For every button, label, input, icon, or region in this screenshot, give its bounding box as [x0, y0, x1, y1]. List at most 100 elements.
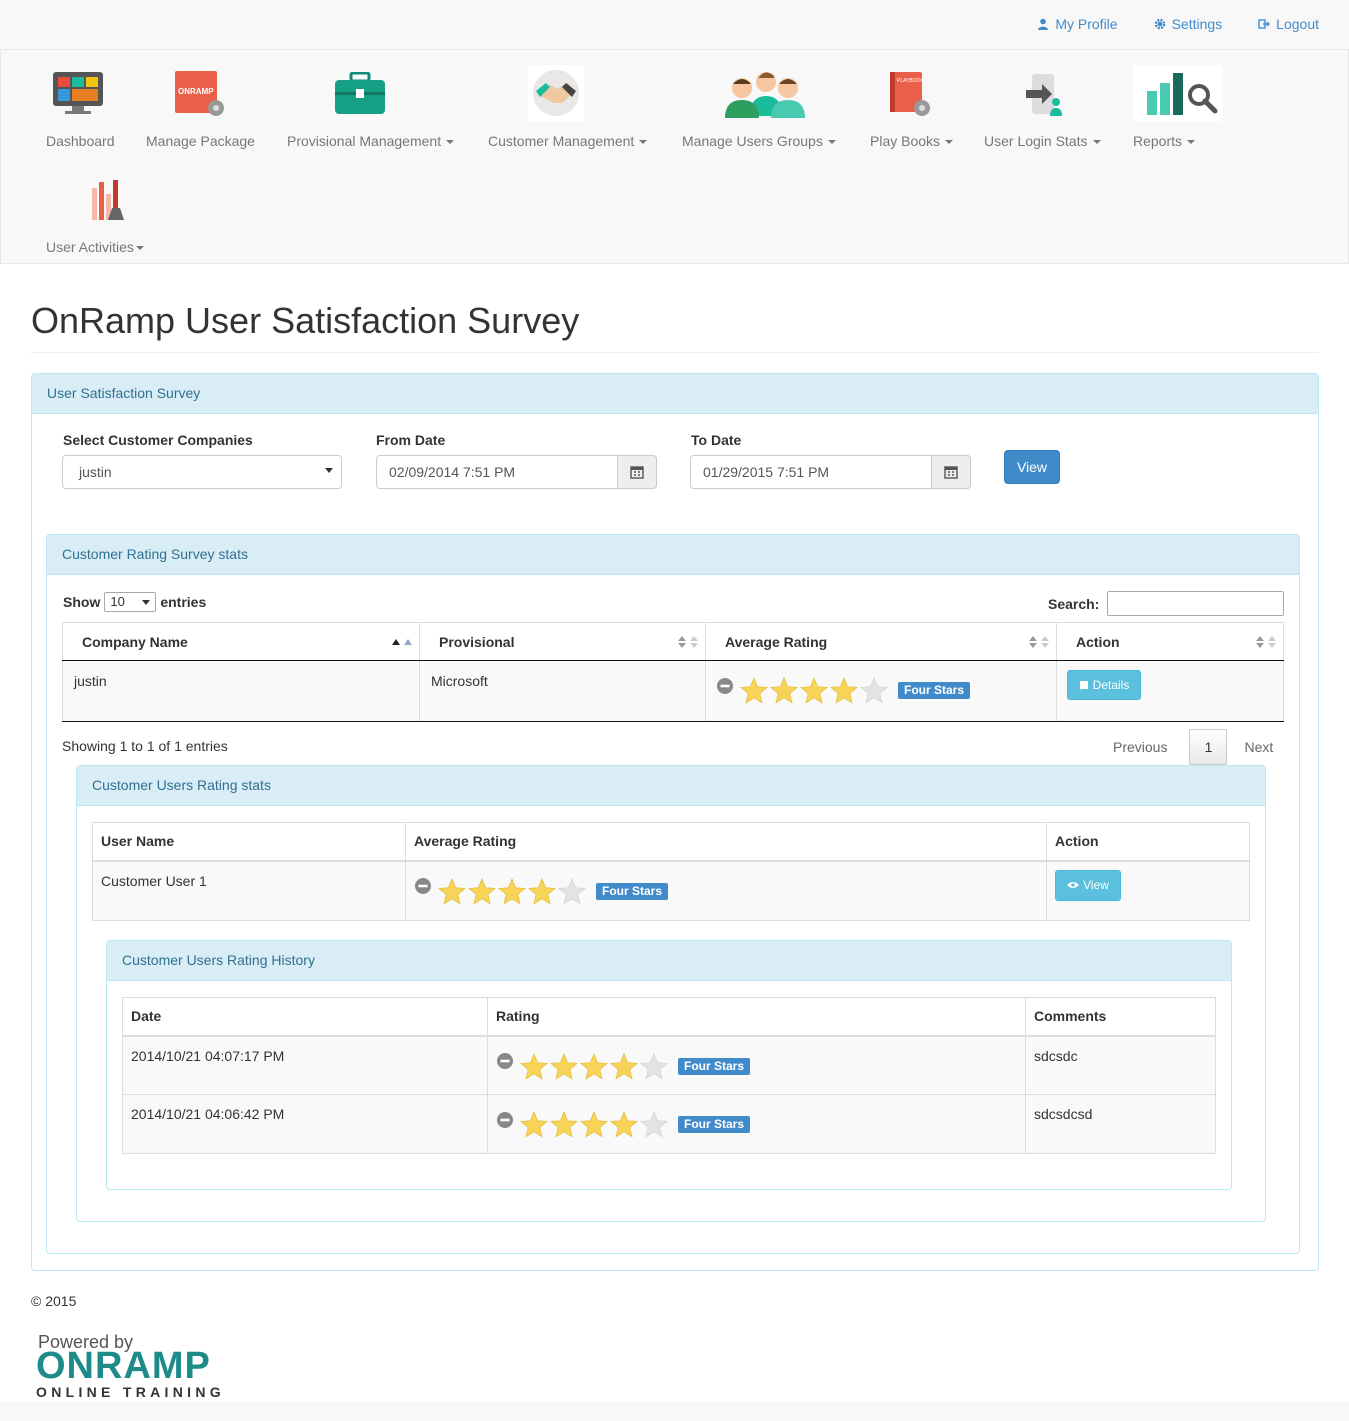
- page-size-select[interactable]: 10: [104, 592, 157, 612]
- previous-button[interactable]: Previous: [1113, 739, 1167, 755]
- star-filled-icon[interactable]: [610, 1052, 638, 1080]
- view-label: View: [1083, 878, 1109, 892]
- cell-date: 2014/10/21 04:07:17 PM: [122, 1035, 488, 1095]
- col-average-rating-label: Average Rating: [725, 633, 828, 650]
- nav-manage-package[interactable]: ONRAMP Manage Package: [146, 70, 258, 150]
- details-button[interactable]: Details: [1067, 670, 1141, 700]
- brand-subtitle: ONLINE TRAINING: [36, 1384, 225, 1400]
- my-profile-link[interactable]: My Profile: [1037, 16, 1118, 32]
- cell-rating: Four Stars: [705, 660, 1057, 722]
- view-survey-button[interactable]: View: [1004, 450, 1060, 484]
- star-filled-icon[interactable]: [740, 677, 768, 704]
- star-filled-icon[interactable]: [550, 1111, 578, 1138]
- user-icon: [1038, 18, 1049, 30]
- col-provisional[interactable]: Provisional: [419, 622, 706, 661]
- company-select[interactable]: justin: [62, 455, 342, 489]
- search-input[interactable]: [1107, 591, 1284, 616]
- nav-play-books[interactable]: PLAYBOOK Play Books: [870, 70, 962, 150]
- col-date: Date: [122, 997, 488, 1037]
- to-date-calendar-button[interactable]: [931, 455, 971, 489]
- star-rating[interactable]: Four Stars: [414, 877, 1038, 905]
- star-filled-icon[interactable]: [610, 1111, 638, 1138]
- cancel-rating-icon[interactable]: [414, 877, 432, 895]
- show-label: Show: [63, 594, 101, 610]
- col-company-name-label: Company Name: [82, 633, 188, 650]
- eye-icon: [1067, 882, 1080, 888]
- caret-down-icon: [827, 140, 836, 145]
- cell-date: 2014/10/21 04:06:42 PM: [122, 1094, 488, 1154]
- star-filled-icon[interactable]: [550, 1052, 578, 1080]
- select-arrow-icon: [142, 600, 151, 605]
- page-size-control: Show 10 entries: [63, 592, 206, 612]
- cell-comment: sdcsdc: [1025, 1035, 1216, 1095]
- star-empty-icon[interactable]: [640, 1111, 668, 1138]
- star-filled-icon[interactable]: [498, 877, 526, 905]
- view-user-button[interactable]: View: [1055, 869, 1121, 901]
- from-date-label: From Date: [376, 432, 446, 448]
- cell-provisional: Microsoft: [419, 660, 706, 722]
- star-rating[interactable]: Four Stars: [716, 677, 1048, 704]
- footer-strip: [0, 1402, 1349, 1421]
- star-filled-icon[interactable]: [528, 877, 556, 905]
- logout-link[interactable]: Logout: [1258, 16, 1319, 32]
- nav-user-login-stats-label: User Login Stats: [984, 133, 1101, 149]
- star-filled-icon[interactable]: [520, 1111, 548, 1138]
- cancel-rating-icon[interactable]: [496, 1111, 514, 1129]
- nav-dashboard-label: Dashboard: [46, 133, 115, 149]
- nav-dashboard[interactable]: Dashboard: [46, 70, 126, 150]
- col-company-name[interactable]: Company Name: [62, 622, 420, 661]
- caret-down-icon: [639, 140, 648, 145]
- next-button[interactable]: Next: [1244, 739, 1273, 755]
- star-filled-icon[interactable]: [580, 1052, 608, 1080]
- star-filled-icon[interactable]: [830, 677, 858, 704]
- nav-provisional-management[interactable]: Provisional Management: [287, 70, 462, 150]
- rating-badge: Four Stars: [596, 882, 669, 900]
- survey-panel-heading: User Satisfaction Survey: [32, 374, 1318, 414]
- nav-reports[interactable]: Reports: [1133, 65, 1228, 150]
- cell-comment: sdcsdcsd: [1025, 1094, 1216, 1154]
- star-empty-icon[interactable]: [558, 877, 586, 905]
- nav-customer-management[interactable]: Customer Management: [488, 65, 658, 150]
- cancel-rating-icon[interactable]: [716, 677, 734, 695]
- star-filled-icon[interactable]: [468, 877, 496, 905]
- nav-user-login-stats[interactable]: User Login Stats: [984, 70, 1109, 150]
- nav-user-activities[interactable]: User Activities: [46, 178, 156, 258]
- star-filled-icon[interactable]: [770, 677, 798, 704]
- to-date-input[interactable]: 01/29/2015 7:51 PM: [690, 455, 971, 489]
- star-empty-icon[interactable]: [860, 677, 888, 704]
- star-empty-icon[interactable]: [640, 1052, 668, 1080]
- rating-stats-table: Company Name Provisional Average Rating …: [62, 622, 1284, 722]
- table-row: Customer User 1 Four Stars View: [92, 860, 1250, 921]
- main-nav: Dashboard ONRAMP Manage Package Provisio…: [0, 50, 1349, 264]
- briefcase-icon: [335, 72, 385, 114]
- caret-down-icon: [135, 246, 144, 251]
- col-action-label: Action: [1076, 633, 1120, 650]
- search-label: Search:: [1048, 596, 1100, 612]
- company-select-value: justin: [79, 464, 112, 480]
- from-date-calendar-button[interactable]: [617, 455, 657, 489]
- to-date-value: 01/29/2015 7:51 PM: [703, 464, 830, 480]
- sort-both-icon: [1256, 636, 1276, 648]
- settings-link[interactable]: Settings: [1154, 16, 1222, 32]
- page-1-button[interactable]: 1: [1189, 729, 1228, 765]
- rating-badge: Four Stars: [678, 1057, 751, 1075]
- logout-label: Logout: [1276, 16, 1319, 32]
- star-filled-icon[interactable]: [438, 877, 466, 905]
- nav-manage-users-groups[interactable]: Manage Users Groups: [682, 70, 847, 150]
- caret-down-icon: [1187, 140, 1196, 145]
- from-date-input[interactable]: 02/09/2014 7:51 PM: [376, 455, 657, 489]
- sort-both-icon: [678, 636, 698, 648]
- cell-action: View: [1046, 860, 1250, 921]
- col-action[interactable]: Action: [1056, 622, 1284, 661]
- playbook-icon: PLAYBOOK: [890, 72, 930, 116]
- star-filled-icon[interactable]: [520, 1052, 548, 1080]
- star-filled-icon[interactable]: [800, 677, 828, 704]
- nav-manage-users-groups-label: Manage Users Groups: [682, 133, 836, 149]
- star-filled-icon[interactable]: [580, 1111, 608, 1138]
- sort-both-icon: [1029, 636, 1049, 648]
- col-average-rating[interactable]: Average Rating: [705, 622, 1057, 661]
- users-group-icon: [725, 72, 805, 118]
- cancel-rating-icon[interactable]: [496, 1052, 514, 1070]
- col-average-rating: Average Rating: [405, 822, 1047, 862]
- star-rating: Four Stars: [496, 1052, 1017, 1080]
